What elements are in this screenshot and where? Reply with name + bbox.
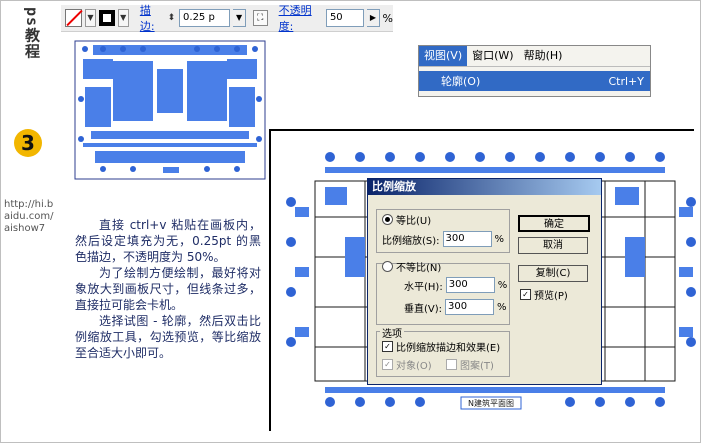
scale-label: 比例缩放(S):: [382, 235, 440, 247]
instruction-paragraph-2: 为了绘制方便绘制，最好将对象放大到画板尺寸，但线条过多，直接拉可能会卡机。: [75, 266, 261, 312]
align-stroke-icon[interactable]: ⛶: [252, 10, 268, 26]
objects-option[interactable]: ✓ 对象(O): [382, 357, 432, 372]
menu-item-outline-label: 轮廓(O): [441, 75, 481, 88]
scale-row: 比例缩放(S): 300 %: [382, 231, 505, 247]
scale-strokes-option[interactable]: ✓ 比例缩放描边和效果(E): [382, 339, 500, 354]
vertical-input[interactable]: 300: [445, 299, 495, 315]
instruction-text: 直接 ctrl+v 粘贴在画板内，然后设定填充为无，0.25pt 的黑色描边，不…: [75, 217, 261, 361]
preview-checkbox[interactable]: ✓: [520, 289, 531, 300]
artwork-caption: N建筑平面图: [468, 398, 514, 408]
menu-window[interactable]: 窗口(W): [467, 46, 518, 66]
stroke-label[interactable]: 描边:: [140, 2, 164, 34]
uniform-option[interactable]: 等比(U): [382, 212, 431, 227]
stroke-weight-input[interactable]: 0.25 p: [179, 9, 231, 27]
menu-item-outline[interactable]: 轮廓(O) Ctrl+Y: [419, 71, 650, 91]
scale-strokes-checkbox[interactable]: ✓: [382, 341, 393, 352]
options-title: 选项: [380, 325, 404, 340]
cancel-button[interactable]: 取消: [518, 237, 588, 254]
nonuniform-option[interactable]: 不等比(N): [382, 259, 441, 274]
opacity-dropdown-icon[interactable]: ▶: [367, 9, 380, 27]
stroke-swatch[interactable]: [99, 10, 115, 26]
control-toolbar: ▼ ▼ 描边: ⬍ 0.25 p ▼ ⛶ 不透明度: 50 ▶ %: [61, 2, 393, 34]
step-number-badge: 3: [14, 129, 42, 157]
horizontal-input[interactable]: 300: [445, 277, 495, 293]
scale-dialog: 比例缩放 等比(U) 比例缩放(S): 300 % 不等比(N) 水平(H): …: [367, 178, 602, 385]
copy-button[interactable]: 复制(C): [518, 265, 588, 282]
tutorial-page: ps教程 3 http://hi.b aidu.com/ aishow7 ▼ ▼…: [0, 0, 701, 443]
horizontal-row: 水平(H): 300 %: [404, 277, 508, 293]
stroke-dropdown-icon[interactable]: ▼: [117, 9, 129, 27]
menu-help[interactable]: 帮助(H): [519, 46, 568, 66]
menubar: 视图(V) 窗口(W) 帮助(H): [419, 46, 650, 67]
opacity-input[interactable]: 50: [325, 9, 365, 27]
preview-option[interactable]: ✓ 预览(P): [520, 287, 568, 302]
stroke-weight-dropdown-icon[interactable]: ▼: [233, 9, 246, 27]
vertical-row: 垂直(V): 300 %: [404, 299, 507, 315]
menu-item-outline-shortcut: Ctrl+Y: [608, 74, 644, 88]
instruction-paragraph-1: 直接 ctrl+v 粘贴在画板内，然后设定填充为无，0.25pt 的黑色描边，不…: [75, 218, 261, 264]
menu-view[interactable]: 视图(V): [419, 46, 468, 66]
opacity-label[interactable]: 不透明度:: [279, 2, 323, 34]
brand-logo-text: ps教程: [23, 7, 41, 60]
source-url: http://hi.b aidu.com/ aishow7: [4, 199, 54, 234]
fill-dropdown-icon[interactable]: ▼: [84, 9, 97, 27]
nonuniform-radio[interactable]: [382, 261, 393, 272]
scale-input[interactable]: 300: [442, 231, 492, 247]
patterns-option[interactable]: 图案(T): [446, 357, 494, 372]
instruction-paragraph-3: 选择试图 - 轮廓，然后双击比例缩放工具，勾选预览，等比缩放至合适大小即可。: [75, 314, 261, 360]
uniform-radio[interactable]: [382, 214, 393, 225]
patterns-checkbox[interactable]: [446, 359, 457, 370]
artwork-preview-small: [74, 40, 266, 180]
scale-dialog-title: 比例缩放: [368, 179, 601, 195]
brand-strip: ps教程 3: [1, 1, 53, 191]
objects-checkbox[interactable]: ✓: [382, 359, 393, 370]
opacity-unit: %: [382, 11, 393, 25]
stroke-spinner-icon[interactable]: ⬍: [167, 13, 176, 23]
view-menu-snippet: 视图(V) 窗口(W) 帮助(H) 轮廓(O) Ctrl+Y: [418, 45, 651, 97]
ok-button[interactable]: 确定: [518, 215, 590, 232]
fill-swatch[interactable]: [65, 9, 82, 27]
